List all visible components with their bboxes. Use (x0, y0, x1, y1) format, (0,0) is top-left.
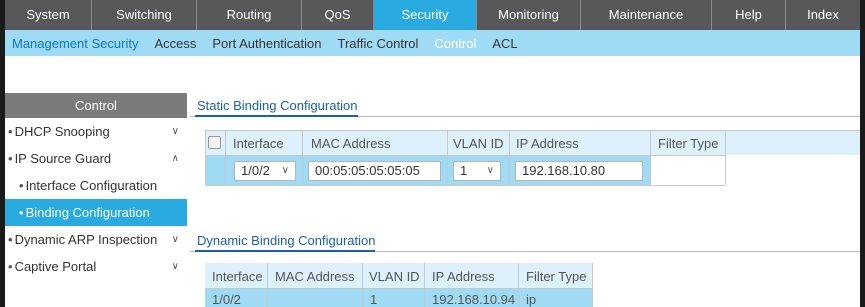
tab-security[interactable]: Security (374, 0, 477, 30)
window-frame-right (860, 0, 865, 307)
tab-maintenance[interactable]: Maintenance (581, 0, 712, 30)
bullet-icon: • (19, 178, 24, 193)
subnav-acl[interactable]: ACL (492, 36, 517, 51)
interface-select-value: 1/0/2 (241, 163, 270, 178)
sub-nav: Management Security Access Port Authenti… (5, 30, 860, 56)
sidebar-item-dhcp-snooping[interactable]: • DHCP Snooping ∨ (5, 118, 187, 145)
bullet-icon: • (8, 259, 13, 274)
bullet-icon: • (8, 151, 13, 166)
static-binding-title: Static Binding Configuration (197, 98, 358, 113)
top-nav: System Switching Routing QoS Security Mo… (5, 0, 860, 30)
sidebar-item-interface-configuration[interactable]: • Interface Configuration (5, 172, 187, 199)
subnav-control[interactable]: Control (434, 36, 476, 51)
dynamic-row-filter-type: ip (526, 292, 537, 307)
sidebar-header: Control (5, 93, 187, 118)
section-underline (195, 250, 375, 252)
subnav-traffic-control[interactable]: Traffic Control (338, 36, 419, 51)
sidebar-item-label: DHCP Snooping (14, 124, 110, 139)
chevron-up-icon: ∧ (171, 153, 179, 164)
vlan-id-select[interactable]: 1 ∨ (453, 161, 501, 181)
chevron-down-icon: ∨ (171, 261, 179, 272)
sidebar-item-ip-source-guard[interactable]: • IP Source Guard ∧ (5, 145, 187, 172)
sidebar-item-label: Dynamic ARP Inspection (14, 232, 158, 247)
tab-index[interactable]: Index (786, 0, 860, 30)
interface-select[interactable]: 1/0/2 ∨ (234, 161, 296, 181)
column-header-mac-address: MAC Address (275, 269, 355, 284)
chevron-down-icon: ∨ (171, 234, 179, 245)
tab-help[interactable]: Help (712, 0, 786, 30)
sidebar-item-label: Binding Configuration (25, 205, 150, 220)
sidebar-item-label: Interface Configuration (25, 178, 158, 193)
subnav-access[interactable]: Access (154, 36, 196, 51)
column-header-filter-type: Filter Type (526, 269, 587, 284)
tab-switching[interactable]: Switching (92, 0, 197, 30)
chevron-down-icon: ∨ (171, 126, 179, 137)
column-header-ip-address: IP Address (432, 269, 495, 284)
column-header-filter-type: Filter Type (658, 136, 719, 151)
tab-monitoring[interactable]: Monitoring (477, 0, 581, 30)
dynamic-binding-title: Dynamic Binding Configuration (197, 233, 376, 248)
chevron-down-icon: ∨ (486, 165, 494, 176)
mac-address-value: 00:05:05:05:05:05 (315, 163, 420, 178)
vlan-id-select-value: 1 (460, 163, 468, 178)
dynamic-row-vlan-id: 1 (370, 292, 378, 307)
sidebar-item-dynamic-arp-inspection[interactable]: • Dynamic ARP Inspection ∨ (5, 226, 187, 253)
subnav-port-authentication[interactable]: Port Authentication (212, 36, 321, 51)
column-header-ip-address: IP Address (516, 136, 579, 151)
sidebar-item-label: Captive Portal (14, 259, 97, 274)
ip-address-input[interactable]: 192.168.10.80 (515, 161, 643, 181)
dynamic-row-interface: 1/0/2 (212, 292, 241, 307)
sidebar-item-captive-portal[interactable]: • Captive Portal ∨ (5, 253, 187, 280)
sidebar-item-label: IP Source Guard (14, 151, 112, 166)
tab-routing[interactable]: Routing (197, 0, 302, 30)
select-all-checkbox[interactable] (208, 136, 221, 149)
column-header-vlan-id: VLAN ID (453, 136, 504, 151)
column-header-interface: Interface (233, 136, 284, 151)
sidebar-item-binding-configuration[interactable]: • Binding Configuration (5, 199, 187, 226)
ip-address-value: 192.168.10.80 (522, 163, 606, 178)
sidebar: Control • DHCP Snooping ∨ • IP Source Guar… (5, 93, 187, 280)
tab-qos[interactable]: QoS (302, 0, 374, 30)
column-header-mac-address: MAC Address (311, 136, 391, 151)
column-header-vlan-id: VLAN ID (369, 269, 420, 284)
dynamic-row-ip-address: 192.168.10.94 (432, 292, 516, 307)
bullet-icon: • (8, 124, 13, 139)
bullet-icon: • (19, 205, 24, 220)
bullet-icon: • (8, 232, 13, 247)
column-header-interface: Interface (212, 269, 263, 284)
chevron-down-icon: ∨ (281, 165, 289, 176)
mac-address-input[interactable]: 00:05:05:05:05:05 (308, 161, 441, 181)
section-underline (195, 115, 358, 117)
tab-system[interactable]: System (5, 0, 92, 30)
subnav-management-security[interactable]: Management Security (12, 36, 138, 51)
